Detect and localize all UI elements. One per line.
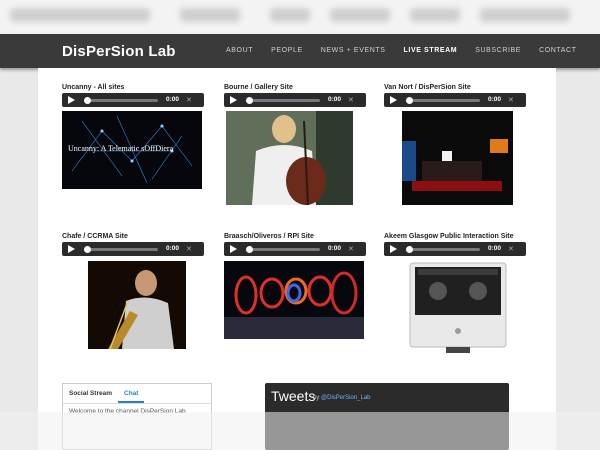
volume-icon[interactable]: ✕ — [348, 96, 354, 104]
tab-social-stream[interactable]: Social Stream — [63, 384, 118, 403]
stream-title: Van Nort / DisPerSion Site — [384, 84, 471, 91]
seek-bar[interactable] — [246, 248, 320, 251]
computer-monitor-icon — [409, 262, 507, 353]
audio-player: 0:00 ✕ — [384, 93, 526, 107]
stream-tile-chafe: Chafe / CCRMA Site 0:00 ✕ — [62, 232, 204, 256]
site-logo-text[interactable]: DisPerSion Lab — [62, 43, 176, 60]
social-tabs: Social Stream Chat — [63, 384, 211, 404]
time-readout: 0:00 — [166, 245, 180, 252]
volume-icon[interactable]: ✕ — [186, 96, 192, 104]
seek-knob[interactable] — [406, 97, 413, 104]
seek-bar[interactable] — [246, 99, 320, 102]
stream-thumbnail-glasgow[interactable] — [408, 261, 508, 355]
nav-contact[interactable]: CONTACT — [539, 47, 577, 54]
play-icon[interactable] — [230, 96, 237, 104]
audio-player: 0:00 ✕ — [224, 93, 366, 107]
play-icon[interactable] — [390, 96, 397, 104]
play-icon[interactable] — [68, 245, 75, 253]
stream-thumbnail-braasch[interactable] — [224, 261, 364, 339]
nav-people[interactable]: PEOPLE — [271, 47, 303, 54]
nav-news-events[interactable]: NEWS + EVENTS — [321, 47, 386, 54]
stream-thumbnail-bourne[interactable] — [226, 111, 353, 205]
seek-knob[interactable] — [406, 246, 413, 253]
time-readout: 0:00 — [166, 96, 180, 103]
tab-chat[interactable]: Chat — [118, 384, 145, 403]
seek-bar[interactable] — [406, 99, 480, 102]
seek-knob[interactable] — [84, 246, 91, 253]
tweets-by-prefix: by — [313, 395, 320, 401]
volume-icon[interactable]: ✕ — [186, 245, 192, 253]
stream-title: Braasch/Oliveros / RPI Site — [224, 233, 314, 240]
audio-player: 0:00 ✕ — [62, 93, 204, 107]
stream-title: Uncanny - All sites — [62, 84, 125, 91]
thumbnail-caption: Uncanny: A Telematic sOffDiera — [68, 144, 174, 153]
time-readout: 0:00 — [488, 96, 502, 103]
audio-player: 0:00 ✕ — [224, 242, 366, 256]
tweets-heading: Tweets — [271, 388, 316, 404]
main-nav: ABOUT PEOPLE NEWS + EVENTS LIVE STREAM S… — [226, 47, 595, 54]
time-readout: 0:00 — [488, 245, 502, 252]
volume-icon[interactable]: ✕ — [508, 245, 514, 253]
stream-thumbnail-chafe[interactable] — [88, 261, 186, 349]
time-readout: 0:00 — [328, 245, 342, 252]
nav-subscribe[interactable]: SUBSCRIBE — [475, 47, 521, 54]
seek-knob[interactable] — [246, 246, 253, 253]
stream-title: Akeem Glasgow Public Interaction Site — [384, 233, 514, 240]
seek-knob[interactable] — [84, 97, 91, 104]
stream-thumbnail-uncanny[interactable]: Uncanny: A Telematic sOffDiera — [62, 111, 202, 189]
musician-photo-icon — [88, 261, 186, 349]
twitter-handle-link[interactable]: @DisPerSion_Lab — [321, 395, 370, 401]
stream-tile-bourne: Bourne / Gallery Site 0:00 ✕ — [224, 83, 366, 107]
play-icon[interactable] — [390, 245, 397, 253]
audio-player: 0:00 ✕ — [384, 242, 526, 256]
stage-photo-icon — [402, 111, 513, 205]
stream-tile-vannort: Van Nort / DisPerSion Site 0:00 ✕ — [384, 83, 526, 107]
volume-icon[interactable]: ✕ — [348, 245, 354, 253]
stream-tile-glasgow: Akeem Glasgow Public Interaction Site 0:… — [384, 232, 526, 256]
seek-bar[interactable] — [406, 248, 480, 251]
time-readout: 0:00 — [328, 96, 342, 103]
play-icon[interactable] — [68, 96, 75, 104]
light-rings-photo-icon — [224, 261, 364, 339]
seek-bar[interactable] — [84, 248, 158, 251]
nav-live-stream[interactable]: LIVE STREAM — [404, 47, 458, 54]
cellist-photo-icon — [226, 111, 353, 205]
stream-title: Chafe / CCRMA Site — [62, 233, 128, 240]
nav-about[interactable]: ABOUT — [226, 47, 253, 54]
stream-title: Bourne / Gallery Site — [224, 84, 293, 91]
top-navbar: DisPerSion Lab ABOUT PEOPLE NEWS + EVENT… — [0, 34, 600, 68]
volume-icon[interactable]: ✕ — [508, 96, 514, 104]
seek-bar[interactable] — [84, 99, 158, 102]
play-icon[interactable] — [230, 245, 237, 253]
stream-tile-braasch: Braasch/Oliveros / RPI Site 0:00 ✕ — [224, 232, 366, 256]
stream-thumbnail-vannort[interactable] — [402, 111, 513, 205]
browser-chrome-blurred — [0, 0, 600, 34]
stream-tile-uncanny: Uncanny - All sites 0:00 ✕ — [62, 83, 204, 107]
seek-knob[interactable] — [246, 97, 253, 104]
bottom-blur-overlay — [0, 412, 600, 450]
audio-player: 0:00 ✕ — [62, 242, 204, 256]
tweets-byline: by @DisPerSion_Lab — [313, 395, 370, 401]
